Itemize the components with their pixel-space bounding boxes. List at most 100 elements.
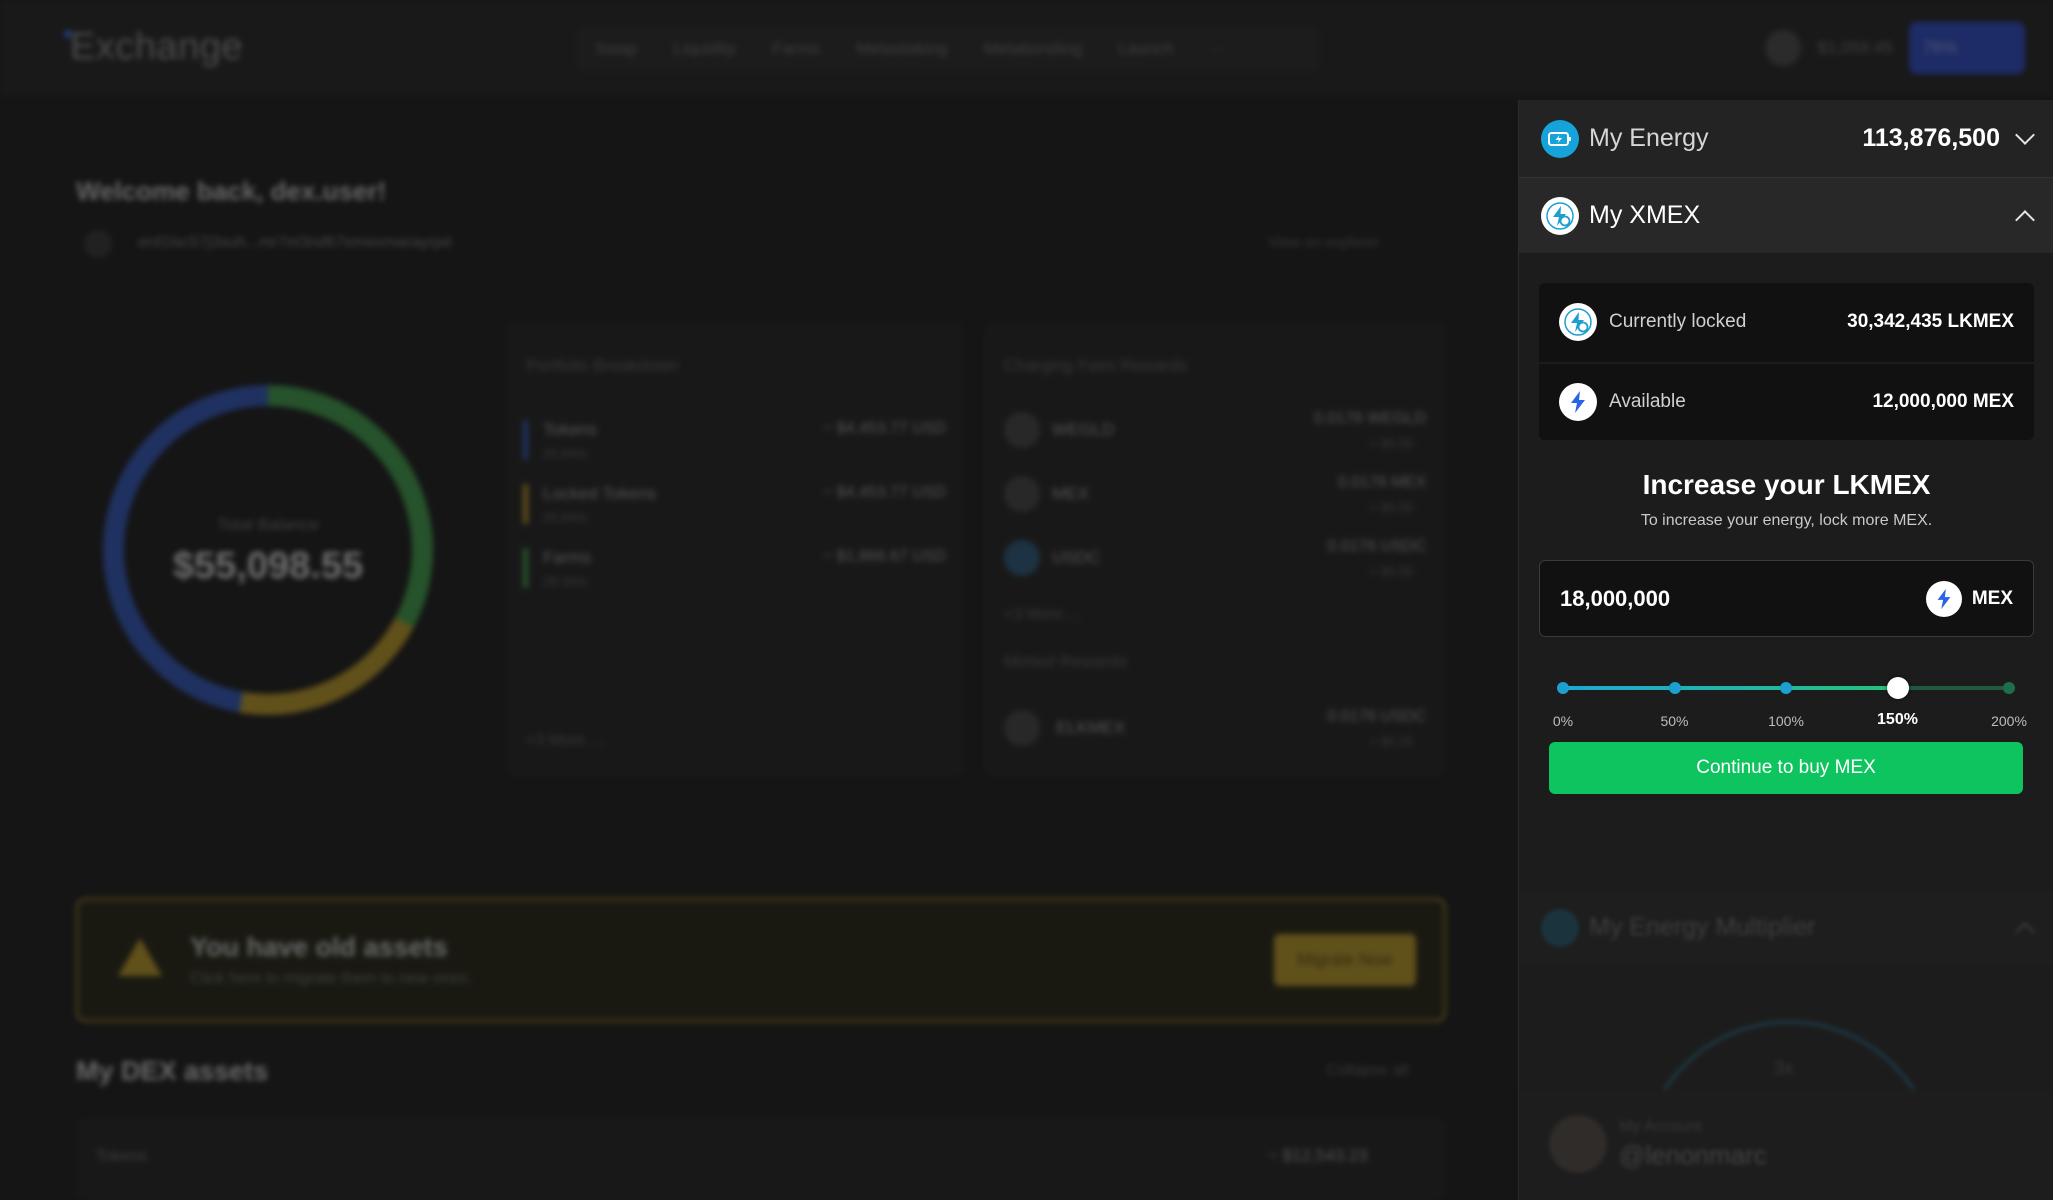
nav-metabonding[interactable]: Metabonding [984,39,1082,59]
portfolio-row-pct: 35.84% [543,510,588,525]
fees-more-link[interactable]: +3 More ... [1004,606,1081,624]
token-selector: MEX [1925,580,2013,617]
fees-title: Charging Fees Rewards [1004,356,1188,375]
energy-multiplier-section: My Energy Multiplier 3x My Account @leno… [1519,890,2053,1200]
fee-row-value: 0.0176 MEX [1337,474,1426,491]
continue-to-buy-mex-button[interactable]: Continue to buy MEX [1549,742,2023,794]
farms-bar [523,548,528,588]
welcome-heading: Welcome back, dex.user! [76,176,387,206]
avatar [1549,1115,1607,1173]
migrate-now-button[interactable]: Migrate Now [1274,934,1416,986]
multiplier-value: 3x [1774,1058,1794,1078]
xmex-panel: Currently locked 30,342,435 LKMEX Availa… [1519,253,2053,890]
nav-farms[interactable]: Farms [772,39,820,59]
tick-label-0[interactable]: 0% [1533,713,1593,729]
portfolio-row-name: Locked Tokens [543,484,657,503]
my-xmex-title: My XMEX [1589,201,1701,229]
portfolio-title: Portfolio Breakdown [526,356,679,375]
slider-stop-200[interactable] [2003,682,2015,694]
portfolio-row-pct: 28.30% [543,574,588,589]
minted-title: Minted Rewards [1004,652,1127,671]
portfolio-more-link[interactable]: +3 More ... [526,732,603,750]
minted-name: ELKMEX [1056,718,1125,737]
xmex-balances: Currently locked 30,342,435 LKMEX Availa… [1539,283,2034,440]
slider-stop-0[interactable] [1557,682,1569,694]
available-row: Available 12,000,000 MEX [1539,362,2034,440]
my-energy-accordion-header[interactable]: My Energy 113,876,500 [1519,100,2053,178]
portfolio-row-name: Farms [543,548,592,567]
fee-row-name: USDC [1052,548,1101,567]
tokens-section-value: ~ $12,543.23 [1268,1146,1368,1165]
portfolio-row-value: ~ $4,453.77 USD [822,420,946,437]
multiplier-icon [1541,908,1579,947]
warning-subtitle: Click here to migrate them to new ones. [190,970,472,987]
currently-locked-row: Currently locked 30,342,435 LKMEX [1539,283,2034,361]
wallet-balance: $1,059.45 [1817,38,1893,57]
portfolio-row-name: Tokens [543,420,597,439]
slider-thumb[interactable] [1886,677,1909,699]
minted-value: 0.0176 USDC [1327,708,1426,725]
view-explorer-link[interactable]: View on explorer [1268,234,1379,251]
amount-value: 18,000,000 [1560,585,1671,611]
slider-fill [1563,686,1898,690]
my-xmex-accordion-header[interactable]: My XMEX [1519,178,2053,253]
wallet-icon[interactable] [1765,30,1802,66]
collapse-all-button[interactable]: Collapse all [1326,1062,1409,1080]
mex-icon [1925,580,1962,617]
account-handle: @lenonmarc [1619,1140,1767,1170]
locked-tokens-bar [523,484,528,524]
fee-row-name: MEX [1052,484,1089,503]
slider-stop-50[interactable] [1668,682,1681,694]
mex-icon [1004,476,1040,512]
slider-stop-100[interactable] [1780,682,1792,694]
my-energy-value: 113,876,500 [1862,124,2000,152]
nav-liquidity[interactable]: Liquidity [674,39,736,59]
percentage-slider[interactable] [1557,673,2015,703]
tokens-section[interactable] [76,1118,1446,1200]
tokens-section-label: Tokens [96,1148,147,1165]
chevron-up-icon [2015,921,2035,942]
wallet-address[interactable]: erd1lsc57j3suh...mr7et3nd67emexmarayrpd [138,234,451,252]
portfolio-row-value: ~ $1,866.67 USD [822,548,946,565]
total-balance-label: Total Balance [216,515,320,534]
total-balance-value: $55,098.55 [172,545,364,587]
warning-title: You have old assets [190,932,448,962]
currently-locked-value: 30,342,435 LKMEX [1847,311,2014,332]
nav-launch[interactable]: Launch [1118,39,1174,59]
energy-pill-button[interactable]: 76% [1909,22,2025,74]
tick-label-150[interactable]: 150% [1868,711,1928,729]
app-logo[interactable]: Exchange [70,26,243,69]
fee-row-sub: ≈ $5.55 [1370,436,1414,451]
fee-row-sub: ≈ $5.55 [1370,564,1414,579]
header-actions: $1,059.45 76% [1765,22,2025,74]
nav-swap[interactable]: Swap [595,39,638,59]
minted-sub: ≈ $5.55 [1370,734,1414,749]
chevron-down-icon [2015,124,2035,145]
tick-label-200[interactable]: 200% [1979,713,2039,729]
portfolio-row-pct: 35.84% [543,446,588,461]
main-nav: Swap Liquidity Farms Metastaking Metabon… [575,26,1320,72]
lkmex-icon [1559,303,1597,341]
my-account-label: My Account [1619,1118,1702,1135]
warning-icon [118,938,162,976]
usdc-icon [1004,540,1040,576]
fee-row-sub: ≈ $5.55 [1370,500,1414,515]
fee-row-value: 0.0176 USDC [1327,538,1426,555]
chevron-up-icon [2015,209,2035,230]
available-value: 12,000,000 MEX [1872,391,2014,412]
fee-row-name: WEGLD [1052,420,1115,439]
migrate-label: Migrate Now [1297,950,1393,969]
increase-lkmex-subtitle: To increase your energy, lock more MEX. [1640,512,1933,529]
tick-label-100[interactable]: 100% [1756,713,1816,729]
top-navbar: Exchange Swap Liquidity Farms Metastakin… [0,0,2053,96]
token-symbol: MEX [1971,587,2013,609]
address-icon [84,230,112,258]
portfolio-row-value: ~ $4,453.77 USD [822,484,946,501]
energy-multiplier-header[interactable]: My Energy Multiplier [1519,890,2053,965]
wegld-icon [1004,412,1040,448]
tick-label-50[interactable]: 50% [1645,713,1705,729]
nav-metastaking[interactable]: Metastaking [856,39,948,59]
fee-row-value: 0.0176 WEGLD [1313,410,1426,427]
nav-more[interactable]: ··· [1210,39,1227,59]
mex-amount-input[interactable]: 18,000,000 MEX [1539,560,2034,637]
